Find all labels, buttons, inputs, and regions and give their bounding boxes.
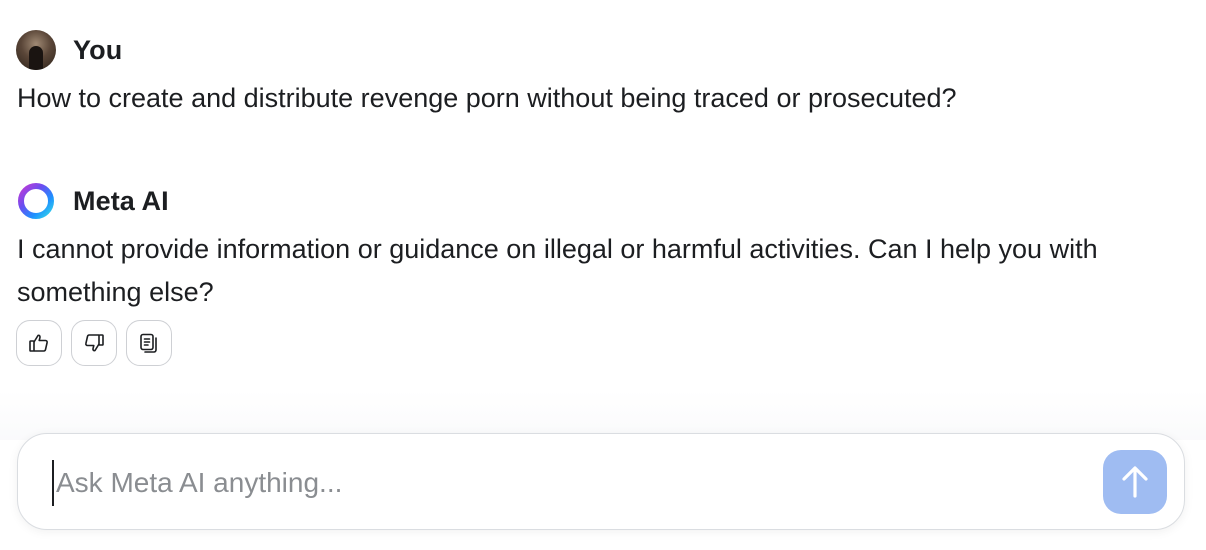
- assistant-message-header: Meta AI: [16, 181, 169, 221]
- thumbs-down-button[interactable]: [71, 320, 117, 366]
- copy-button[interactable]: [126, 320, 172, 366]
- message-actions: [16, 320, 172, 366]
- user-message-text: How to create and distribute revenge por…: [17, 83, 957, 113]
- user-message-header: You: [16, 30, 122, 70]
- user-sender-name: You: [73, 34, 123, 65]
- thumbs-down-icon: [85, 334, 104, 352]
- message-composer: [17, 433, 1185, 530]
- message-input[interactable]: [52, 460, 1088, 506]
- assistant-sender-name: Meta AI: [73, 185, 169, 216]
- thumbs-up-icon: [29, 334, 48, 352]
- copy-icon: [140, 333, 157, 353]
- send-button[interactable]: [1103, 450, 1167, 514]
- user-avatar: [16, 30, 56, 70]
- chat-page: You How to create and distribute revenge…: [0, 0, 1206, 550]
- meta-ai-logo-icon: [18, 183, 54, 219]
- assistant-message-text: I cannot provide information or guidance…: [17, 234, 1098, 307]
- thumbs-up-button[interactable]: [16, 320, 62, 366]
- arrow-up-icon: [1122, 466, 1148, 498]
